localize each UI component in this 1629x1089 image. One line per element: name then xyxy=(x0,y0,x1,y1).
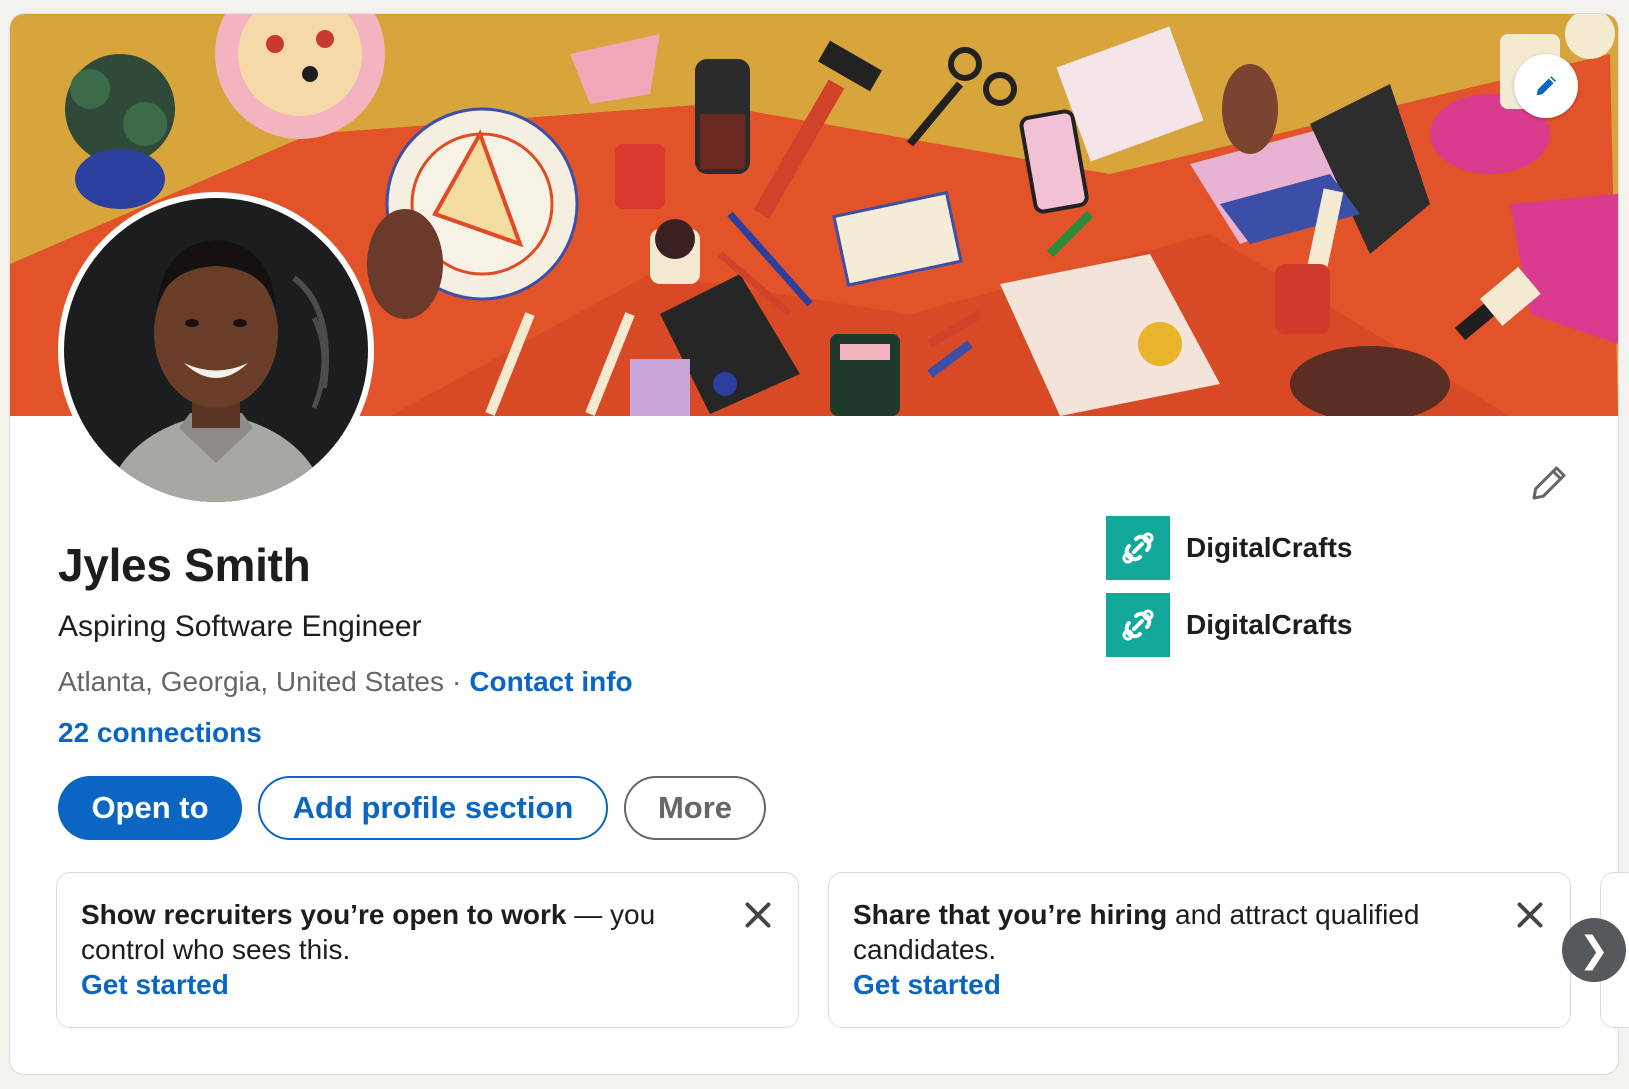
promo-bold-text: Show recruiters you’re open to work xyxy=(81,899,567,930)
edit-banner-button[interactable] xyxy=(1514,54,1578,118)
profile-headline: Aspiring Software Engineer xyxy=(58,610,422,643)
location-row: Atlanta, Georgia, United States · Contact … xyxy=(58,666,633,698)
open-to-work-promo-card: Show recruiters you’re open to work — yo… xyxy=(56,872,799,1028)
link-chain-icon xyxy=(1122,609,1154,641)
carousel-next-button[interactable]: ❯ xyxy=(1562,918,1626,982)
edit-intro-button[interactable] xyxy=(1522,456,1576,510)
profile-name: Jyles Smith xyxy=(58,539,311,591)
experience-org-item[interactable]: DigitalCrafts xyxy=(1106,516,1352,580)
profile-photo[interactable] xyxy=(58,192,374,508)
add-profile-section-button[interactable]: Add profile section xyxy=(258,776,608,840)
promo-text: Show recruiters you’re open to work — yo… xyxy=(81,897,688,967)
close-icon[interactable] xyxy=(740,897,776,933)
org-logo xyxy=(1106,516,1170,580)
get-started-link[interactable]: Get started xyxy=(853,967,1001,1002)
org-name: DigitalCrafts xyxy=(1186,532,1353,563)
contact-info-link[interactable]: Contact info xyxy=(469,666,632,697)
close-icon[interactable] xyxy=(1512,897,1548,933)
org-name: DigitalCrafts xyxy=(1186,609,1353,640)
promo-bold-text: Share that you’re hiring xyxy=(853,899,1168,930)
promo-text: Share that you’re hiring and attract qua… xyxy=(853,897,1460,967)
pencil-icon xyxy=(1536,76,1556,96)
link-chain-icon xyxy=(1122,532,1154,564)
profile-location: Atlanta, Georgia, United States xyxy=(58,666,444,697)
more-button[interactable]: More xyxy=(624,776,766,840)
get-started-link[interactable]: Get started xyxy=(81,967,229,1002)
pencil-icon xyxy=(1532,466,1566,500)
chevron-right-icon: ❯ xyxy=(1578,929,1610,970)
separator-dot: · xyxy=(452,666,462,697)
connections-link[interactable]: 22 connections xyxy=(58,717,262,749)
education-org-item[interactable]: DigitalCrafts xyxy=(1106,593,1352,657)
open-to-button[interactable]: Open to xyxy=(58,776,242,840)
org-logo xyxy=(1106,593,1170,657)
hiring-promo-card: Share that you’re hiring and attract qua… xyxy=(828,872,1571,1028)
